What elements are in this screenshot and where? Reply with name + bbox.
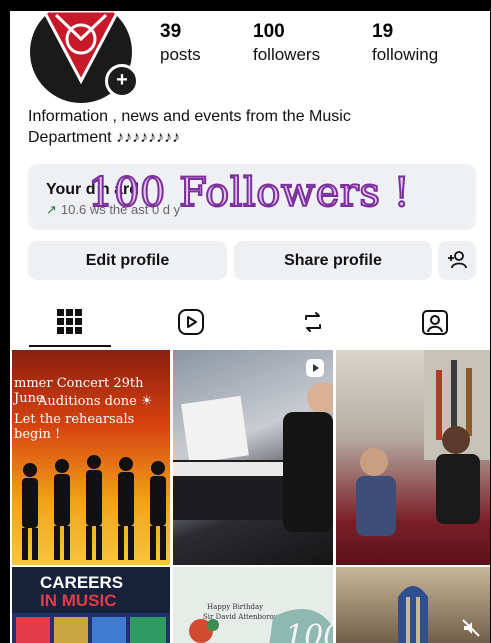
share-profile-button[interactable]: Share profile bbox=[234, 241, 432, 280]
bio-line-1: Information , news and events from the M… bbox=[28, 108, 351, 125]
grid-icon[interactable] bbox=[55, 307, 85, 337]
post-tile-guitar-lesson[interactable] bbox=[336, 350, 490, 565]
post-tile-church-concert[interactable] bbox=[336, 567, 490, 643]
profile-screen: + 39 posts 100 followers 19 following In… bbox=[10, 11, 490, 643]
reposts-icon[interactable] bbox=[298, 307, 328, 337]
reels-icon[interactable] bbox=[176, 307, 206, 337]
bio-line-2: Department ♪♪♪♪♪♪♪♪ bbox=[28, 129, 181, 146]
piano-player-photo bbox=[173, 382, 333, 532]
trend-up-icon: ↗ bbox=[46, 202, 57, 217]
post-tile-summer-concert[interactable]: mmer Concert 29th June Auditions done ☀ … bbox=[12, 350, 170, 565]
careers-banner-strip bbox=[12, 613, 170, 643]
post-tile-birthday[interactable]: Happy Birthday Sir David Attenborough 10… bbox=[173, 567, 333, 643]
posts-label: posts bbox=[160, 45, 201, 64]
post-5-number: 100 bbox=[285, 619, 333, 643]
posts-count: 39 bbox=[160, 21, 182, 42]
add-story-button[interactable]: + bbox=[105, 64, 139, 98]
post-4-title-1: CAREERS bbox=[40, 573, 124, 592]
edit-profile-button[interactable]: Edit profile bbox=[28, 241, 227, 280]
posts-stat[interactable]: 39 posts bbox=[160, 21, 201, 65]
tagged-icon[interactable] bbox=[420, 307, 450, 337]
post-4-title-2: IN MUSIC bbox=[40, 591, 117, 610]
followers-overlay-text: 100 Followers ! bbox=[87, 169, 411, 217]
active-tab-indicator bbox=[29, 345, 111, 347]
profile-tabs bbox=[10, 300, 490, 350]
following-count: 19 bbox=[372, 21, 394, 42]
suggested-people-button[interactable] bbox=[438, 241, 476, 280]
musician-silhouettes bbox=[22, 455, 166, 560]
followers-stat[interactable]: 100 followers bbox=[253, 21, 320, 65]
post-1-line-2: Auditions done ☀ bbox=[38, 394, 153, 409]
post-1-line-3: Let the rehearsals begin ! bbox=[14, 412, 135, 442]
profile-bio: Information , news and events from the M… bbox=[28, 106, 468, 148]
followers-count: 100 bbox=[253, 21, 285, 42]
following-stat[interactable]: 19 following bbox=[372, 21, 438, 65]
post-tile-piano[interactable] bbox=[173, 350, 333, 565]
post-tile-careers-in-music[interactable]: CAREERS IN MUSIC bbox=[12, 567, 170, 643]
guitar-lesson-photo bbox=[356, 350, 490, 536]
add-person-icon bbox=[448, 251, 467, 269]
muted-audio-icon bbox=[462, 619, 480, 637]
following-label: following bbox=[372, 45, 439, 64]
followers-label: followers bbox=[253, 45, 321, 64]
